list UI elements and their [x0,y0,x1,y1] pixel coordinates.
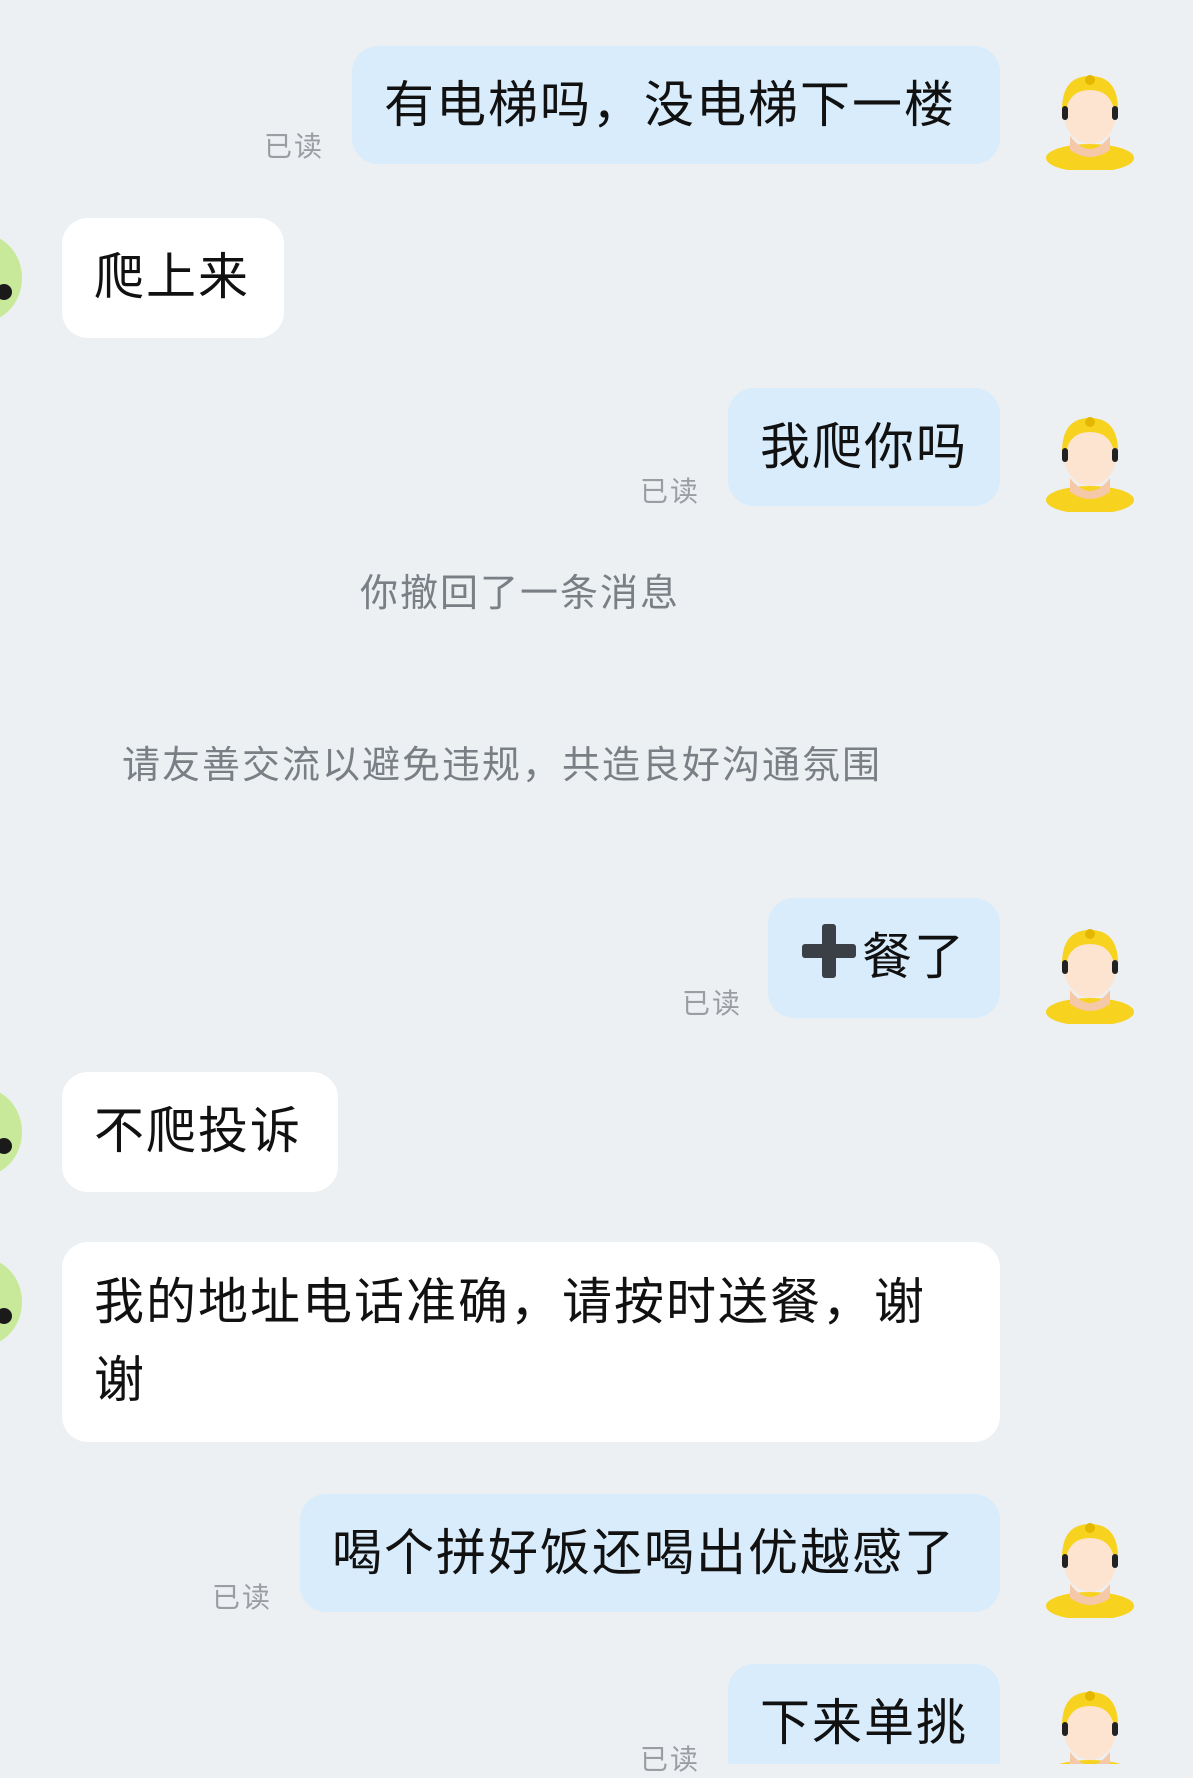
rider-avatar-icon[interactable] [1044,1514,1136,1620]
outgoing-message[interactable]: 餐了 [768,898,1000,1018]
read-receipt: 已读 [640,1743,701,1776]
incoming-message[interactable]: 爬上来 [62,218,284,338]
outgoing-message[interactable]: 下来单挑 [728,1664,1000,1764]
read-receipt: 已读 [640,475,701,508]
customer-avatar-icon[interactable] [0,1080,26,1184]
message-text: 我的地址电话准确，请按时送餐，谢谢 [94,1273,926,1409]
message-text: 我爬你吗 [760,418,968,476]
rider-avatar-icon[interactable] [1044,408,1136,514]
message-text: 不爬投诉 [94,1102,302,1160]
read-receipt: 已读 [212,1581,273,1614]
moderation-warning: 请友善交流以避免违规，共造良好沟通氛围 [122,743,883,787]
rider-avatar-icon[interactable] [1044,66,1136,172]
message-text: 喝个拼好饭还喝出优越感了 [332,1524,956,1582]
outgoing-message[interactable]: 我爬你吗 [728,388,1000,506]
message-text: 餐了 [862,928,966,986]
outgoing-message[interactable]: 喝个拼好饭还喝出优越感了 [300,1494,1000,1612]
rider-avatar-icon[interactable] [1044,920,1136,1026]
message-text: 有电梯吗，没电梯下一楼 [384,76,956,134]
heavy-plus-icon [800,922,858,980]
rider-avatar-icon[interactable] [1044,1682,1136,1764]
customer-avatar-icon[interactable] [0,226,26,330]
chat-thread[interactable]: 已读 有电梯吗，没电梯下一楼 爬上来 已读 我爬你吗 你撤回了一条消息 请友善交… [0,0,1193,1776]
outgoing-message[interactable]: 有电梯吗，没电梯下一楼 [352,46,1000,164]
recall-notice: 你撤回了一条消息 [360,571,681,615]
read-receipt: 已读 [264,130,325,163]
incoming-message[interactable]: 我的地址电话准确，请按时送餐，谢谢 [62,1242,1000,1442]
message-text: 下来单挑 [760,1694,968,1752]
message-text: 爬上来 [94,248,250,306]
customer-avatar-icon[interactable] [0,1250,26,1354]
read-receipt: 已读 [682,987,743,1020]
incoming-message[interactable]: 不爬投诉 [62,1072,338,1192]
